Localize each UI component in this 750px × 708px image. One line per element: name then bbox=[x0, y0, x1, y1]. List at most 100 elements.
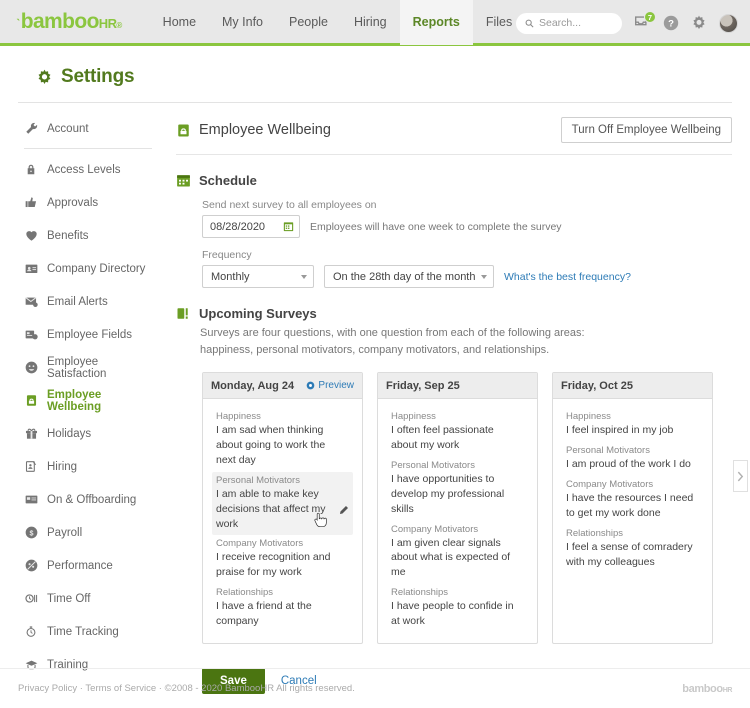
survey-cards-carousel: Monday, Aug 24 Preview Happiness I am sa… bbox=[202, 372, 748, 645]
survey-question-category: Happiness bbox=[391, 411, 436, 422]
survey-question-text: I have people to confide in at work bbox=[391, 600, 514, 628]
survey-question-item[interactable]: Relationships I feel a sense of comrader… bbox=[562, 525, 703, 574]
survey-question-category: Personal Motivators bbox=[216, 474, 300, 486]
sidebar-item-benefits[interactable]: Benefits bbox=[18, 224, 158, 247]
sidebar-item-on-offboarding[interactable]: On & Offboarding bbox=[18, 488, 158, 511]
notification-badge-count: 7 bbox=[644, 11, 656, 23]
clipboard-person-icon bbox=[24, 460, 38, 473]
bamboohr-logo[interactable]: ˋ bamboo HR ® bbox=[16, 10, 122, 34]
settings-gear-button[interactable] bbox=[691, 15, 707, 31]
search-input[interactable]: Search... bbox=[516, 12, 622, 34]
upcoming-surveys-description: Surveys are four questions, with one que… bbox=[200, 327, 585, 356]
privacy-policy-link[interactable]: Privacy Policy bbox=[18, 683, 77, 694]
survey-card-header: Friday, Sep 25 bbox=[378, 373, 537, 399]
preview-label: Preview bbox=[318, 380, 354, 391]
survey-date-input[interactable]: 08/28/2020 bbox=[202, 215, 300, 238]
survey-question-text: I am able to make key decisions that aff… bbox=[216, 487, 326, 530]
edit-question-pencil-icon[interactable] bbox=[338, 503, 349, 521]
sidebar-item-time-off[interactable]: Time Off bbox=[18, 587, 158, 610]
survey-question-text: I have opportunities to develop my profe… bbox=[391, 472, 505, 515]
survey-question-item[interactable]: Company Motivators I receive recognition… bbox=[212, 535, 353, 584]
preview-survey-button[interactable]: Preview bbox=[306, 380, 354, 391]
mouse-cursor-pointer bbox=[314, 512, 327, 533]
survey-question-item[interactable]: Personal Motivators I am proud of the wo… bbox=[562, 442, 703, 476]
dollar-circle-icon: $ bbox=[24, 526, 38, 539]
survey-question-text: I am given clear signals about what is e… bbox=[391, 536, 511, 579]
survey-question-item[interactable]: Company Motivators I am given clear sign… bbox=[387, 521, 528, 585]
sidebar-item-performance[interactable]: Performance bbox=[18, 554, 158, 577]
frequency-label: Frequency bbox=[202, 249, 252, 261]
wellbeing-icon bbox=[24, 394, 38, 407]
upcoming-surveys-title: Upcoming Surveys bbox=[199, 306, 317, 321]
sidebar-item-email-alerts[interactable]: Email Alerts bbox=[18, 290, 158, 313]
survey-question-category: Personal Motivators bbox=[391, 459, 475, 471]
frequency-select[interactable]: Monthly bbox=[202, 265, 314, 288]
survey-question-item[interactable]: Relationships I have a friend at the com… bbox=[212, 584, 353, 633]
sidebar-item-company-directory[interactable]: Company Directory bbox=[18, 257, 158, 280]
survey-question-item[interactable]: Happiness I am sad when thinking about g… bbox=[212, 408, 353, 472]
send-date-label: Send next survey to all employees on bbox=[202, 199, 377, 211]
sidebar-item-time-tracking[interactable]: Time Tracking bbox=[18, 620, 158, 643]
performance-icon bbox=[24, 559, 38, 572]
survey-question-text: I receive recognition and praise for my … bbox=[216, 551, 331, 579]
survey-question-category: Company Motivators bbox=[566, 478, 654, 490]
sidebar-item-holidays[interactable]: Holidays bbox=[18, 422, 158, 445]
sidebar-item-label: Benefits bbox=[47, 229, 89, 242]
sidebar-item-employee-wellbeing[interactable]: Employee Wellbeing bbox=[18, 389, 158, 413]
survey-question-item[interactable]: Relationships I have people to confide i… bbox=[387, 584, 528, 633]
page-title-text: Settings bbox=[61, 66, 135, 87]
sidebar-item-payroll[interactable]: $ Payroll bbox=[18, 521, 158, 544]
page-footer: Privacy Policy · Terms of Service · ©200… bbox=[0, 668, 750, 708]
footer-logo-suffix: HR bbox=[722, 686, 733, 694]
calendar-picker-icon[interactable] bbox=[283, 221, 294, 232]
nav-item-hiring[interactable]: Hiring bbox=[341, 0, 400, 45]
sidebar-divider bbox=[24, 148, 152, 149]
panel-header: Employee Wellbeing Turn Off Employee Wel… bbox=[176, 117, 732, 155]
survey-question-item[interactable]: Personal Motivators I am able to make ke… bbox=[212, 471, 353, 536]
survey-question-text: I feel inspired in my job bbox=[566, 424, 674, 436]
survey-question-item[interactable]: Happiness I often feel passionate about … bbox=[387, 408, 528, 457]
help-button[interactable]: ? bbox=[663, 15, 679, 31]
survey-question-item[interactable]: Company Motivators I have the resources … bbox=[562, 476, 703, 525]
main-content-panel: Employee Wellbeing Turn Off Employee Wel… bbox=[176, 103, 748, 695]
sidebar-item-label: Holidays bbox=[47, 427, 92, 440]
nav-item-my-info[interactable]: My Info bbox=[209, 0, 276, 45]
survey-card-date: Friday, Sep 25 bbox=[386, 379, 460, 392]
sidebar-item-employee-satisfaction[interactable]: Employee Satisfaction bbox=[18, 356, 158, 380]
survey-card-body: Happiness I am sad when thinking about g… bbox=[203, 399, 362, 643]
wellbeing-icon bbox=[178, 124, 189, 136]
svg-text:$: $ bbox=[29, 529, 33, 537]
chevron-right-icon bbox=[737, 471, 744, 481]
best-frequency-link[interactable]: What's the best frequency? bbox=[504, 271, 631, 283]
survey-card: Friday, Oct 25 Happiness I feel inspired… bbox=[552, 372, 713, 645]
schedule-section: Schedule Send next survey to all employe… bbox=[176, 173, 732, 288]
survey-question-category: Company Motivators bbox=[391, 523, 479, 535]
sidebar-item-account[interactable]: Account bbox=[18, 117, 158, 140]
stopwatch-icon bbox=[24, 625, 38, 638]
sidebar-item-label: Approvals bbox=[47, 196, 99, 209]
sidebar-item-hiring[interactable]: Hiring bbox=[18, 455, 158, 478]
email-alert-icon bbox=[24, 295, 38, 308]
sidebar-item-approvals[interactable]: Approvals bbox=[18, 191, 158, 214]
nav-item-reports[interactable]: Reports bbox=[399, 0, 473, 45]
notifications-button[interactable]: 7 bbox=[634, 11, 656, 31]
nav-item-people[interactable]: People bbox=[276, 0, 341, 45]
carousel-next-button[interactable] bbox=[733, 460, 748, 492]
user-avatar[interactable] bbox=[719, 13, 738, 33]
logo-suffix: HR bbox=[98, 15, 117, 31]
turn-off-employee-wellbeing-button[interactable]: Turn Off Employee Wellbeing bbox=[560, 117, 732, 143]
surveys-icon bbox=[177, 308, 188, 319]
survey-question-item[interactable]: Happiness I feel inspired in my job bbox=[562, 408, 703, 442]
sidebar-item-access-levels[interactable]: Access Levels bbox=[18, 158, 158, 181]
copyright-text: ©2008 - 2020 BambooHR All rights reserve… bbox=[164, 683, 355, 694]
day-of-month-select[interactable]: On the 28th day of the month bbox=[324, 265, 494, 288]
sidebar-item-employee-fields[interactable]: Employee Fields bbox=[18, 323, 158, 346]
nav-item-home[interactable]: Home bbox=[150, 0, 209, 45]
chevron-down-icon bbox=[301, 274, 307, 279]
survey-card-date: Monday, Aug 24 bbox=[211, 379, 295, 392]
settings-sidebar: Account Access Levels Approvals Benefits… bbox=[18, 103, 158, 694]
fields-icon bbox=[24, 328, 38, 341]
survey-question-item[interactable]: Personal Motivators I have opportunities… bbox=[387, 457, 528, 521]
survey-card-body: Happiness I feel inspired in my job Pers… bbox=[553, 399, 712, 583]
terms-of-service-link[interactable]: Terms of Service bbox=[85, 683, 156, 694]
